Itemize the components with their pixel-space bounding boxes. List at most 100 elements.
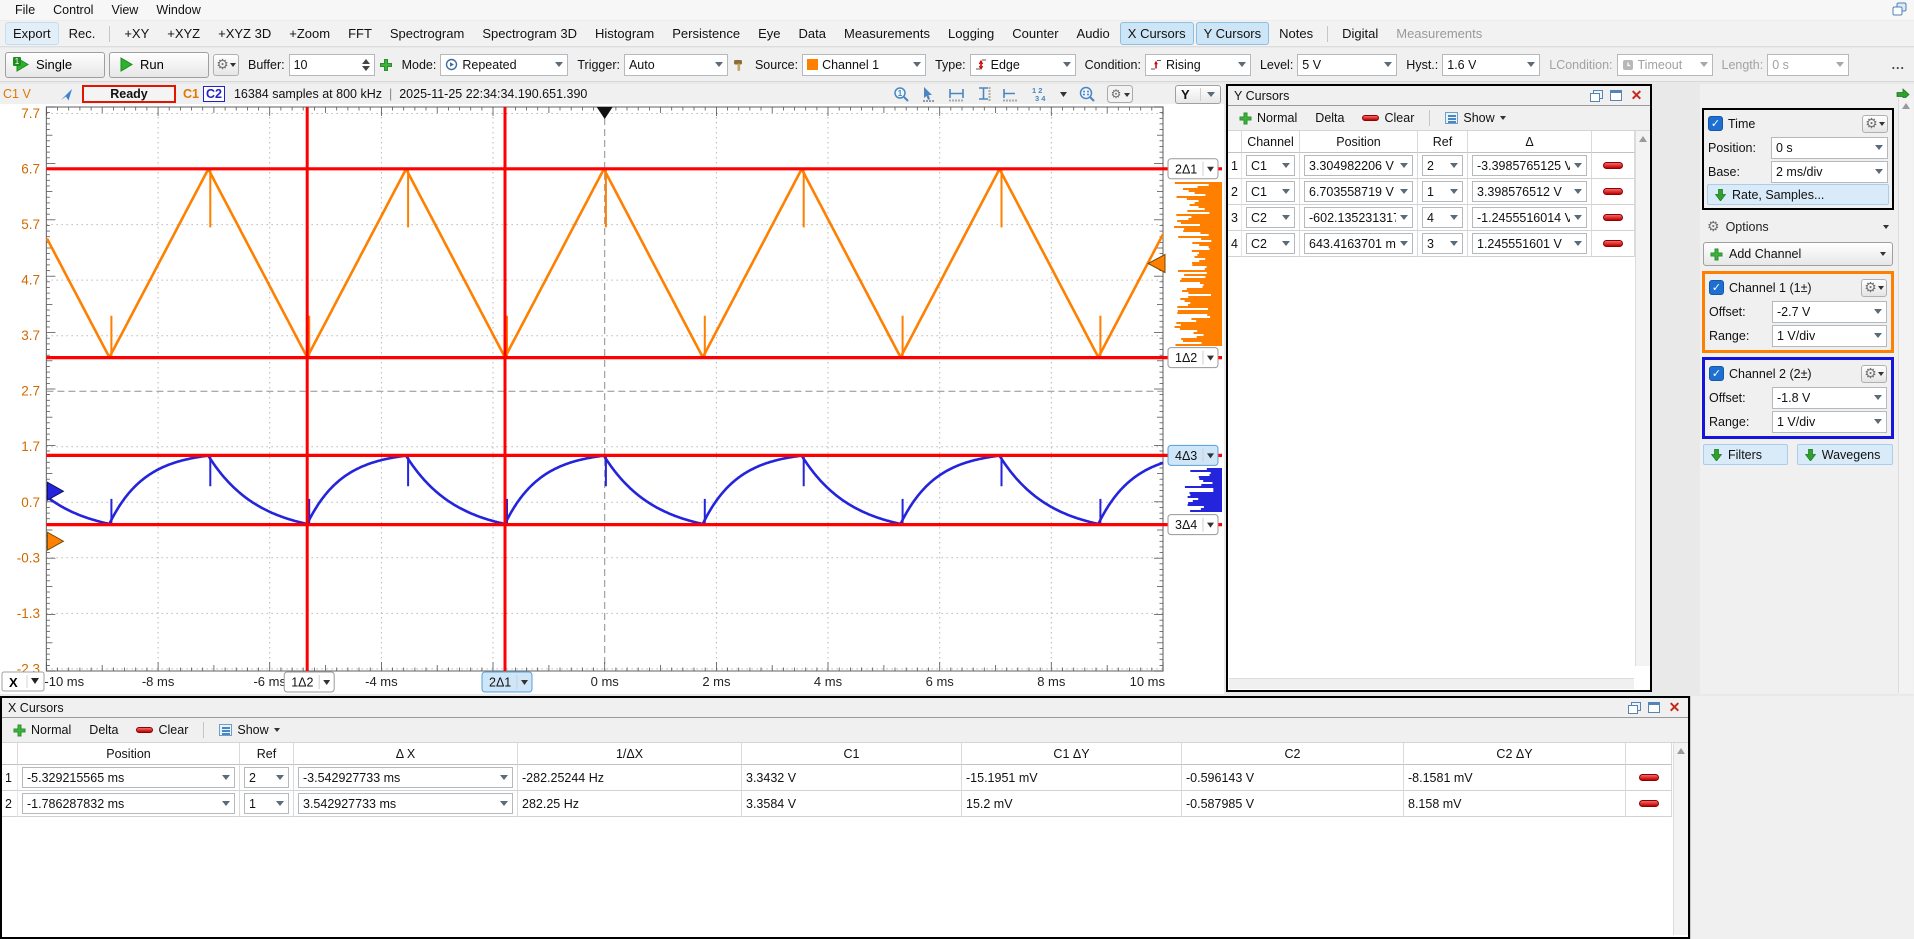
tab--zoom[interactable]: +Zoom — [281, 22, 338, 45]
single-button[interactable]: 1 Single — [5, 52, 105, 78]
close-panel-icon[interactable]: ✕ — [1629, 89, 1644, 102]
channel1-tag[interactable]: C1 — [183, 87, 199, 101]
tab-persistence[interactable]: Persistence — [664, 22, 748, 45]
menu-view[interactable]: View — [102, 1, 147, 19]
add-normal-cursor-button[interactable]: Normal — [6, 721, 78, 739]
channel1-range-select[interactable]: 1 V/div — [1772, 325, 1887, 347]
hammer-icon[interactable] — [732, 58, 746, 72]
vertical-ruler-icon[interactable] — [976, 86, 991, 102]
value-select[interactable]: 2 — [1422, 155, 1463, 176]
y-axis-selector-button[interactable]: Y — [1175, 85, 1221, 104]
tab-fft[interactable]: FFT — [340, 22, 380, 45]
options-button[interactable]: ⚙ Options — [1702, 214, 1894, 239]
show-columns-button[interactable]: Show — [1438, 109, 1512, 127]
channel2-offset-select[interactable]: -1.8 V — [1772, 387, 1887, 409]
value-select[interactable]: -3.542927733 ms — [298, 767, 513, 788]
value-select[interactable]: 1 — [244, 793, 289, 814]
waveform-plot[interactable]: 7.76.75.74.73.72.71.70.7-0.3-1.3-2.3-10 … — [0, 104, 1224, 694]
tab-data[interactable]: Data — [791, 22, 834, 45]
add-normal-cursor-button[interactable]: Normal — [1232, 109, 1304, 127]
channel1-offset-select[interactable]: -2.7 V — [1772, 301, 1887, 323]
menu-file[interactable]: File — [6, 1, 44, 19]
tab-spectrogram[interactable]: Spectrogram — [382, 22, 472, 45]
add-channel-button[interactable]: Add Channel — [1703, 242, 1893, 266]
condition-select[interactable]: Rising — [1145, 54, 1251, 76]
value-select[interactable]: -5.329215565 ms — [22, 767, 235, 788]
value-select[interactable]: 2 — [244, 767, 289, 788]
table-scrollbar[interactable] — [1635, 131, 1650, 666]
close-panel-icon[interactable]: ✕ — [1667, 701, 1682, 714]
tab-digital[interactable]: Digital — [1334, 22, 1386, 45]
time-checkbox[interactable]: ✓ — [1708, 116, 1723, 131]
spinner-arrows-icon[interactable] — [362, 59, 370, 71]
y-cursor-flag-1[interactable]: 1Δ2 — [1168, 348, 1218, 368]
scroll-up-icon[interactable] — [1674, 743, 1688, 758]
x-axis-selector-button[interactable]: X — [2, 672, 44, 691]
channel2-range-select[interactable]: 1 V/div — [1772, 411, 1887, 433]
filters-button[interactable]: Filters — [1703, 444, 1788, 465]
acquisition-gear-button[interactable]: ⚙ — [213, 54, 239, 76]
remove-cursor-button[interactable] — [1639, 800, 1659, 807]
wavegens-button[interactable]: Wavegens — [1797, 444, 1893, 465]
tab-eye[interactable]: Eye — [750, 22, 788, 45]
horizontal-ruler-icon[interactable] — [948, 87, 965, 102]
time-position-select[interactable]: 0 s — [1771, 137, 1888, 159]
value-select[interactable]: 3.398576512 V — [1472, 181, 1587, 202]
zoom-options-icon[interactable] — [1079, 86, 1096, 102]
value-select[interactable]: 4 — [1422, 207, 1463, 228]
x-cursor-flag-2[interactable]: 2Δ1 — [482, 672, 532, 692]
tab-spectrogram-3d[interactable]: Spectrogram 3D — [474, 22, 585, 45]
sidebar-scrollbar[interactable] — [1898, 98, 1913, 693]
x-cursor-flag-1[interactable]: 1Δ2 — [284, 672, 334, 692]
hysteresis-select[interactable]: 1.6 V — [1442, 54, 1540, 76]
y-cursor-flag-4[interactable]: 4Δ3 — [1168, 445, 1218, 465]
value-select[interactable]: 3.542927733 ms — [298, 793, 513, 814]
rate-samples-button[interactable]: Rate, Samples... — [1707, 184, 1889, 205]
remove-cursor-button[interactable] — [1639, 774, 1659, 781]
add-buffer-icon[interactable] — [379, 58, 393, 72]
scroll-up-icon[interactable] — [1636, 131, 1650, 146]
y-cursor-flag-3[interactable]: 3Δ4 — [1168, 515, 1218, 535]
value-select[interactable]: C2 — [1246, 207, 1295, 228]
value-select[interactable]: -602.135231317 mV — [1304, 207, 1413, 228]
tab-logging[interactable]: Logging — [940, 22, 1002, 45]
clear-cursors-button[interactable]: Clear — [1355, 109, 1421, 127]
channel2-gear-button[interactable]: ⚙ — [1861, 365, 1887, 383]
remove-cursor-button[interactable] — [1603, 214, 1623, 221]
tab--xyz[interactable]: +XYZ — [159, 22, 208, 45]
cursor-numbers-icon[interactable]: 1 23 4 — [1030, 86, 1048, 102]
zoom-region-icon[interactable]: 1 — [893, 86, 910, 102]
show-columns-button[interactable]: Show — [212, 721, 286, 739]
remove-cursor-button[interactable] — [1603, 188, 1623, 195]
more-options-button[interactable]: ... — [1892, 58, 1909, 72]
time-base-select[interactable]: 2 ms/div — [1771, 161, 1888, 183]
add-delta-cursor-button[interactable]: Delta — [1308, 109, 1351, 127]
clear-cursors-button[interactable]: Clear — [129, 721, 195, 739]
tab-audio[interactable]: Audio — [1069, 22, 1118, 45]
gear-icon[interactable]: ⚙ — [1107, 85, 1133, 103]
pointer-measure-icon[interactable] — [921, 86, 937, 102]
maximize-panel-icon[interactable] — [1648, 702, 1660, 713]
dropdown-arrow-icon[interactable] — [1059, 86, 1068, 102]
corner-ruler-icon[interactable] — [1002, 87, 1019, 102]
time-gear-button[interactable]: ⚙ — [1862, 115, 1888, 133]
tab-x-cursors[interactable]: X Cursors — [1120, 22, 1194, 45]
remove-cursor-button[interactable] — [1603, 240, 1623, 247]
trigger-select[interactable]: Auto — [624, 54, 728, 76]
value-select[interactable]: -1.2455516014 V — [1472, 207, 1587, 228]
channel1-gear-button[interactable]: ⚙ — [1861, 279, 1887, 297]
tab--xyz-3d[interactable]: +XYZ 3D — [210, 22, 279, 45]
tab-export[interactable]: Export — [5, 22, 59, 45]
value-select[interactable]: 1.245551601 V — [1472, 233, 1587, 254]
tab-notes[interactable]: Notes — [1271, 22, 1321, 45]
tab-measurements[interactable]: Measurements — [1388, 22, 1490, 45]
y-cursors-titlebar[interactable]: Y Cursors ✕ — [1228, 86, 1650, 106]
tab-y-cursors[interactable]: Y Cursors — [1196, 22, 1270, 45]
value-select[interactable]: C1 — [1246, 181, 1295, 202]
value-select[interactable]: 6.703558719 V — [1304, 181, 1413, 202]
menu-window[interactable]: Window — [147, 1, 209, 19]
add-delta-cursor-button[interactable]: Delta — [82, 721, 125, 739]
value-select[interactable]: C1 — [1246, 155, 1295, 176]
source-select[interactable]: Channel 1 — [802, 54, 926, 76]
undock-panel-icon[interactable] — [1588, 89, 1603, 102]
